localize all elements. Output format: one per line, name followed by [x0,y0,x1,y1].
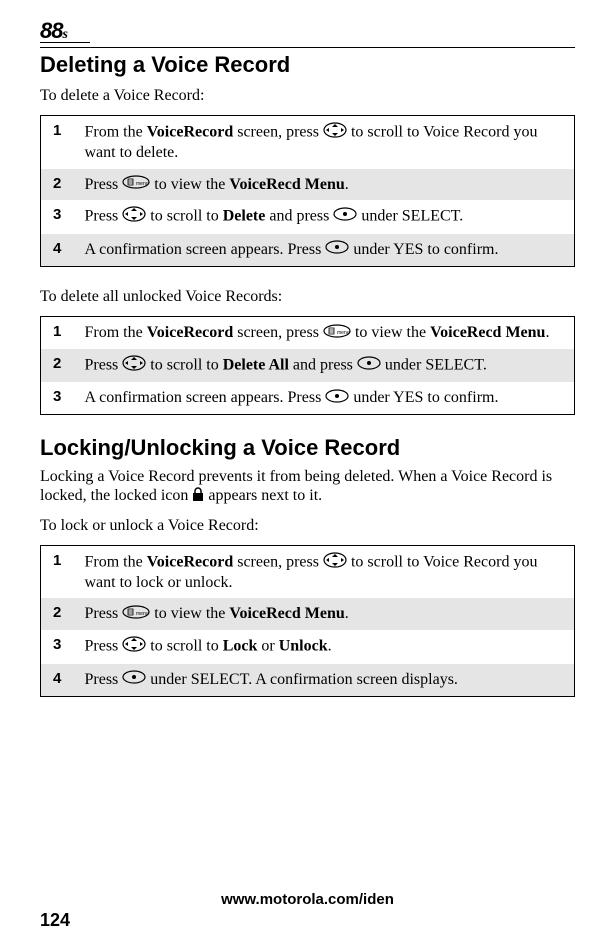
step-text: A confirmation screen appears. Press und… [81,382,575,414]
table-row: 2 Press to view the VoiceRecd Menu. [41,598,575,630]
page-number: 124 [40,910,575,931]
table-row: 3 Press to scroll to Delete and press un… [41,200,575,233]
step-number: 1 [41,116,81,169]
softkey-icon [325,389,349,408]
step-text: From the VoiceRecord screen, press to sc… [81,546,575,599]
step-number: 3 [41,382,81,414]
softkey-icon [357,356,381,375]
menu-key-icon [122,175,150,194]
softkey-icon [122,670,146,689]
menu-key-icon [323,324,351,343]
step-text: Press to scroll to Lock or Unlock. [81,630,575,663]
table-row: 4 A confirmation screen appears. Press u… [41,234,575,266]
section-heading-delete: Deleting a Voice Record [40,52,575,78]
table-row: 1 From the VoiceRecord screen, press to … [41,316,575,348]
lock-steps-table: 1 From the VoiceRecord screen, press to … [40,545,575,696]
softkey-icon [325,240,349,259]
step-text: Press to view the VoiceRecd Menu. [81,169,575,201]
step-number: 1 [41,316,81,348]
step-number: 3 [41,630,81,663]
step-number: 2 [41,598,81,630]
page-footer: www.motorola.com/iden 124 [40,891,575,931]
step-number: 2 [41,169,81,201]
header-divider [40,47,575,48]
table-row: 1 From the VoiceRecord screen, press to … [41,116,575,169]
step-text: From the VoiceRecord screen, press to vi… [81,316,575,348]
delete-all-steps-table: 1 From the VoiceRecord screen, press to … [40,316,575,415]
step-number: 1 [41,546,81,599]
step-text: A confirmation screen appears. Press und… [81,234,575,266]
step-text: Press to scroll to Delete and press unde… [81,200,575,233]
table-row: 4 Press under SELECT. A confirmation scr… [41,664,575,696]
intro-text-2: To delete all unlocked Voice Records: [40,287,575,306]
table-row: 3 A confirmation screen appears. Press u… [41,382,575,414]
softkey-icon [333,207,357,226]
logo-main: 88 [40,18,62,43]
nav-scroll-icon [323,122,347,143]
nav-scroll-icon [323,552,347,573]
step-number: 2 [41,349,81,382]
nav-scroll-icon [122,206,146,227]
step-text: Press to view the VoiceRecd Menu. [81,598,575,630]
intro-text: To delete a Voice Record: [40,86,575,105]
lock-intro-2: To lock or unlock a Voice Record: [40,516,575,535]
table-row: 2 Press to scroll to Delete All and pres… [41,349,575,382]
step-number: 3 [41,200,81,233]
section-heading-lock: Locking/Unlocking a Voice Record [40,435,575,461]
lock-icon [192,487,204,506]
lock-intro: Locking a Voice Record prevents it from … [40,467,575,506]
delete-steps-table: 1 From the VoiceRecord screen, press to … [40,115,575,266]
step-text: From the VoiceRecord screen, press to sc… [81,116,575,169]
step-number: 4 [41,234,81,266]
step-text: Press under SELECT. A confirmation scree… [81,664,575,696]
step-number: 4 [41,664,81,696]
logo-suffix: s [62,27,67,42]
table-row: 1 From the VoiceRecord screen, press to … [41,546,575,599]
menu-key-icon [122,605,150,624]
table-row: 3 Press to scroll to Lock or Unlock. [41,630,575,663]
nav-scroll-icon [122,355,146,376]
table-row: 2 Press to view the VoiceRecd Menu. [41,169,575,201]
step-text: Press to scroll to Delete All and press … [81,349,575,382]
nav-scroll-icon [122,636,146,657]
product-logo: 88s [40,18,575,43]
footer-url: www.motorola.com/iden [40,891,575,908]
